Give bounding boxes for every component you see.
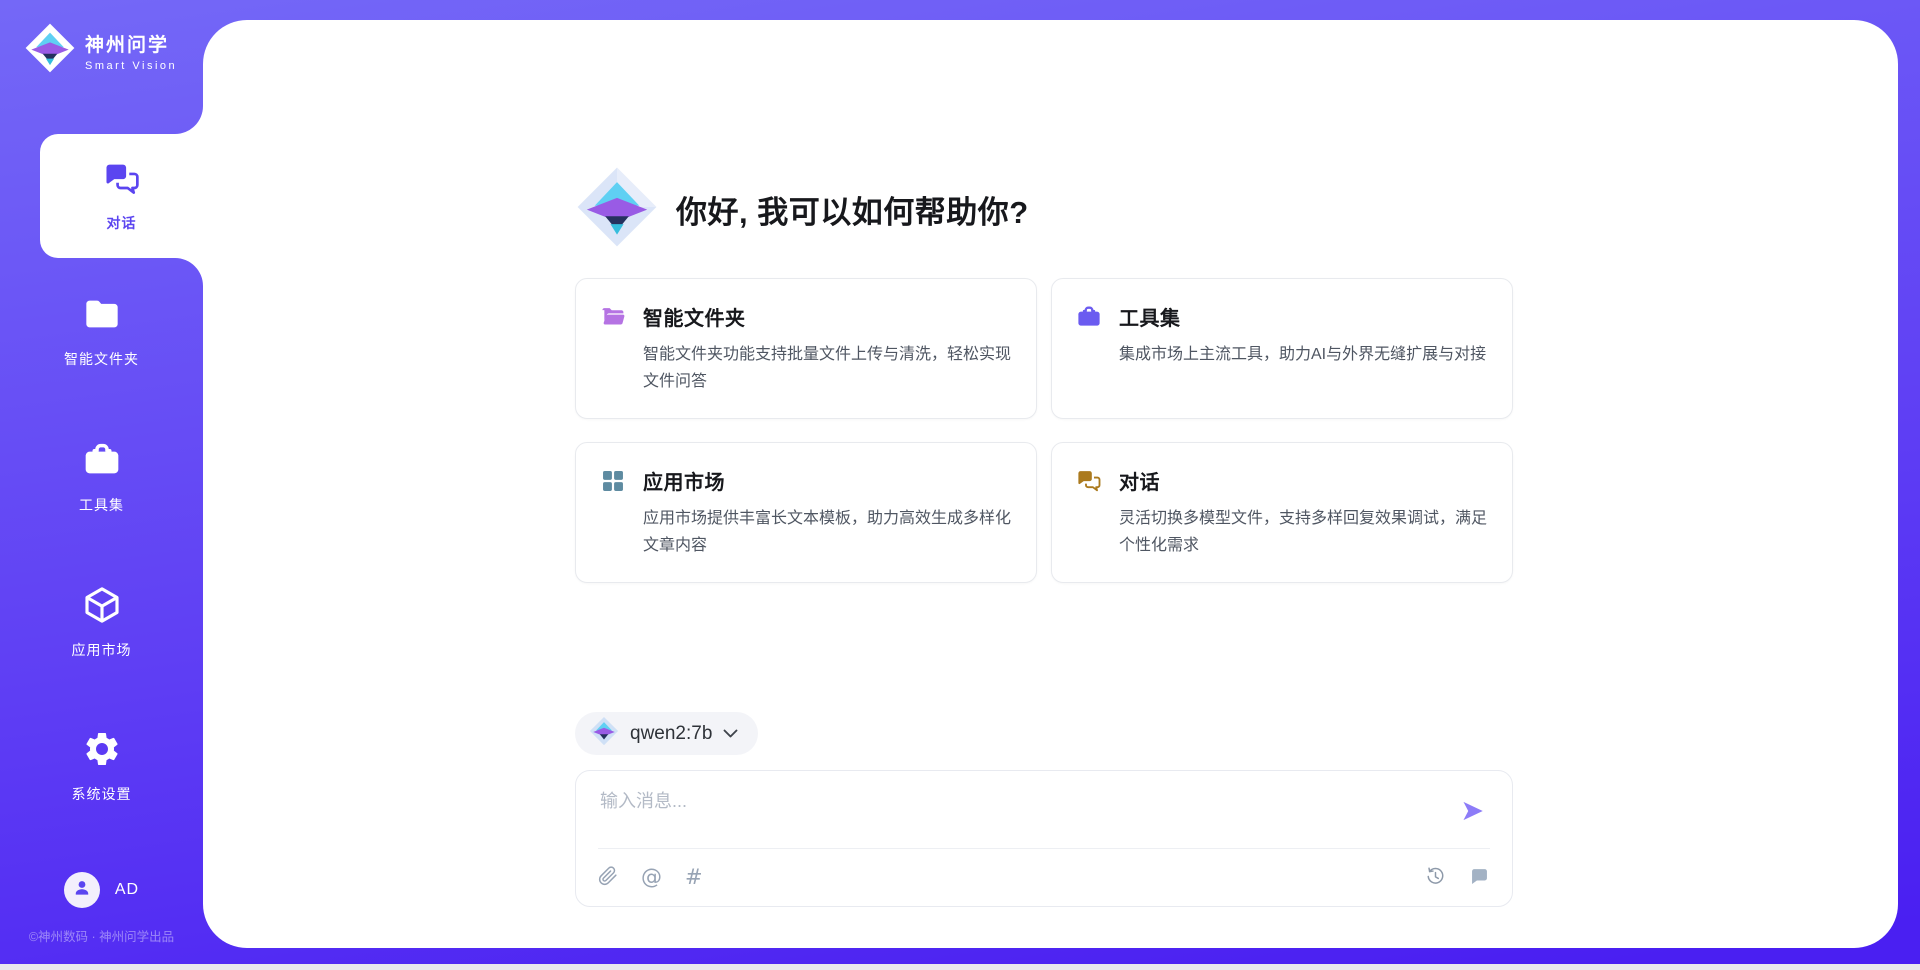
model-name: qwen2:7b xyxy=(630,723,712,745)
brand-subtitle: Smart Vision xyxy=(85,60,177,72)
history-button[interactable] xyxy=(1425,866,1446,890)
card-toolbox[interactable]: 工具集 集成市场上主流工具，助力AI与外界无缝扩展与对接 xyxy=(1051,278,1513,419)
history-icon xyxy=(1425,866,1446,890)
gear-icon xyxy=(82,729,122,774)
card-title: 工具集 xyxy=(1119,302,1486,331)
card-smart-folder[interactable]: 智能文件夹 智能文件夹功能支持批量文件上传与清洗，轻松实现文件问答 xyxy=(575,278,1037,419)
model-selector[interactable]: qwen2:7b xyxy=(575,712,758,755)
sidebar-item-label: 对话 xyxy=(107,213,137,233)
send-button[interactable] xyxy=(1458,797,1488,827)
diamond-logo-icon xyxy=(589,716,619,751)
message-composer: @ # xyxy=(575,770,1513,907)
diamond-logo-icon xyxy=(575,165,659,254)
sidebar-item-app-market[interactable]: 应用市场 xyxy=(0,585,203,660)
cube-icon xyxy=(82,585,122,630)
sidebar-item-label: 智能文件夹 xyxy=(64,349,139,369)
card-description: 智能文件夹功能支持批量文件上传与清洗，轻松实现文件问答 xyxy=(643,341,1012,395)
chat-icon xyxy=(103,160,141,203)
feature-cards: 智能文件夹 智能文件夹功能支持批量文件上传与清洗，轻松实现文件问答 工具集 集成… xyxy=(575,278,1513,583)
new-chat-button[interactable] xyxy=(1469,866,1490,890)
composer-toolbar: @ # xyxy=(598,848,1490,906)
folder-open-icon xyxy=(600,304,626,395)
toolbox-icon xyxy=(1076,304,1102,395)
hash-icon: # xyxy=(685,867,703,888)
sidebar-item-chat[interactable]: 对话 xyxy=(40,134,203,258)
sidebar-item-label: 系统设置 xyxy=(72,784,132,804)
topic-button[interactable]: # xyxy=(685,867,703,888)
chevron-down-icon xyxy=(723,725,738,743)
greeting: 你好, 我可以如何帮助你? xyxy=(575,165,1029,254)
card-description: 应用市场提供丰富长文本模板，助力高效生成多样化文章内容 xyxy=(643,505,1012,559)
sidebar-item-settings[interactable]: 系统设置 xyxy=(0,729,203,804)
user-initials: AD xyxy=(115,881,139,899)
tab-curve-bottom xyxy=(175,258,203,286)
mention-button[interactable]: @ xyxy=(641,867,662,888)
page-bottom-strip xyxy=(0,964,1920,970)
card-title: 对话 xyxy=(1119,466,1488,495)
brand-logo: 神州问学 Smart Vision xyxy=(24,22,177,79)
card-chat[interactable]: 对话 灵活切换多模型文件，支持多样回复效果调试，满足个性化需求 xyxy=(1051,442,1513,583)
card-app-market[interactable]: 应用市场 应用市场提供丰富长文本模板，助力高效生成多样化文章内容 xyxy=(575,442,1037,583)
sidebar: 神州问学 Smart Vision 对话 智能文件夹 xyxy=(0,0,203,964)
card-title: 智能文件夹 xyxy=(643,302,1012,331)
card-description: 集成市场上主流工具，助力AI与外界无缝扩展与对接 xyxy=(1119,341,1486,368)
at-icon: @ xyxy=(641,867,662,888)
sidebar-item-label: 工具集 xyxy=(79,495,124,515)
greeting-title: 你好, 我可以如何帮助你? xyxy=(676,187,1029,232)
send-icon xyxy=(1460,798,1486,827)
grid-icon xyxy=(600,468,626,559)
avatar xyxy=(64,872,100,908)
card-description: 灵活切换多模型文件，支持多样回复效果调试，满足个性化需求 xyxy=(1119,505,1488,559)
sidebar-item-toolbox[interactable]: 工具集 xyxy=(0,440,203,515)
diamond-logo-icon xyxy=(24,22,76,79)
tab-curve-top xyxy=(175,106,203,134)
chat-icon xyxy=(1076,468,1102,559)
message-bubble-icon xyxy=(1469,866,1490,890)
brand-name: 神州问学 xyxy=(85,30,177,57)
main-content: 你好, 我可以如何帮助你? 智能文件夹 智能文件夹功能支持批量文件上传与清洗，轻… xyxy=(575,20,1513,948)
toolbox-icon xyxy=(82,440,122,485)
folder-icon xyxy=(82,294,122,339)
sidebar-item-label: 应用市场 xyxy=(72,640,132,660)
message-input[interactable] xyxy=(600,787,1420,845)
sidebar-footer-credit: ©神州数码 · 神州问学出品 xyxy=(0,926,203,945)
paperclip-icon xyxy=(598,866,618,889)
user-profile[interactable]: AD xyxy=(0,872,203,908)
card-title: 应用市场 xyxy=(643,466,1012,495)
attach-file-button[interactable] xyxy=(598,866,618,889)
sidebar-item-smart-folder[interactable]: 智能文件夹 xyxy=(0,294,203,369)
person-icon xyxy=(71,877,93,904)
